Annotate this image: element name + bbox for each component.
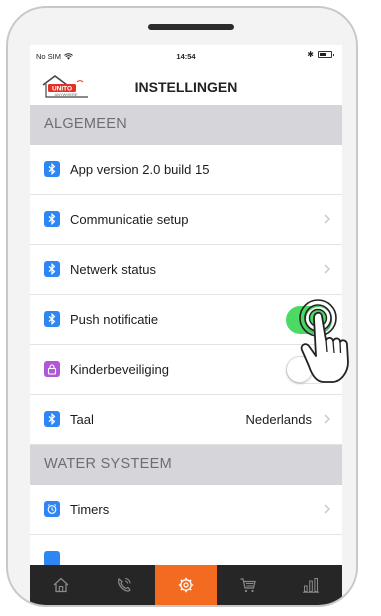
row-label: Netwerk status (70, 262, 156, 277)
bluetooth-icon (44, 211, 60, 227)
status-time: 14:54 (176, 52, 196, 61)
settings-row-communicatie-setup[interactable]: Communicatie setup (30, 195, 342, 245)
tab-bar (30, 565, 342, 605)
section-header-water-systeem: WATER SYSTEEM (30, 445, 342, 485)
clock-icon (44, 501, 60, 517)
lock-icon (44, 361, 60, 377)
row-label: Taal (70, 412, 94, 427)
navigation-bar: UNITO ANYWHERE INSTELLINGEN (30, 67, 342, 105)
battery-icon (318, 51, 334, 58)
bluetooth-icon (44, 161, 60, 177)
settings-row-app-version: App version 2.0 build 15 (30, 145, 342, 195)
phone-speaker (148, 24, 234, 30)
tapping-hand-icon (299, 299, 349, 383)
bluetooth-icon (44, 411, 60, 427)
row-label: Push notificatie (70, 312, 159, 327)
language-value: Nederlands (245, 412, 313, 427)
cart-icon (240, 578, 257, 593)
status-bar: No SIM 14:54 ✱ (30, 45, 342, 65)
home-icon (53, 577, 69, 593)
row-label: Kinderbeveiliging (70, 362, 170, 377)
bluetooth-status-icon: ✱ (307, 50, 314, 59)
row-label: Communicatie setup (70, 212, 189, 227)
chevron-right-icon (324, 214, 330, 224)
tab-settings[interactable] (154, 565, 218, 605)
tab-statistics[interactable] (280, 565, 342, 605)
gear-icon (178, 577, 194, 593)
phone-icon (117, 577, 131, 592)
tab-cart[interactable] (217, 565, 279, 605)
chevron-right-icon (324, 504, 330, 514)
status-right: ✱ (307, 50, 334, 59)
row-label: App version 2.0 build 15 (70, 162, 210, 177)
bluetooth-icon (44, 311, 60, 327)
tab-home[interactable] (30, 565, 92, 605)
chevron-right-icon (324, 414, 330, 424)
settings-row-netwerk-status[interactable]: Netwerk status (30, 245, 342, 295)
chevron-right-icon (324, 264, 330, 274)
bluetooth-icon (44, 261, 60, 277)
bar-chart-icon (302, 578, 319, 593)
settings-row-timers[interactable]: Timers (30, 485, 342, 535)
section-header-algemeen: ALGEMEEN (30, 105, 342, 145)
tab-phone[interactable] (92, 565, 154, 605)
settings-row-taal[interactable]: Taal Nederlands (30, 395, 342, 445)
row-label: Timers (70, 502, 110, 517)
page-title: INSTELLINGEN (134, 79, 238, 95)
